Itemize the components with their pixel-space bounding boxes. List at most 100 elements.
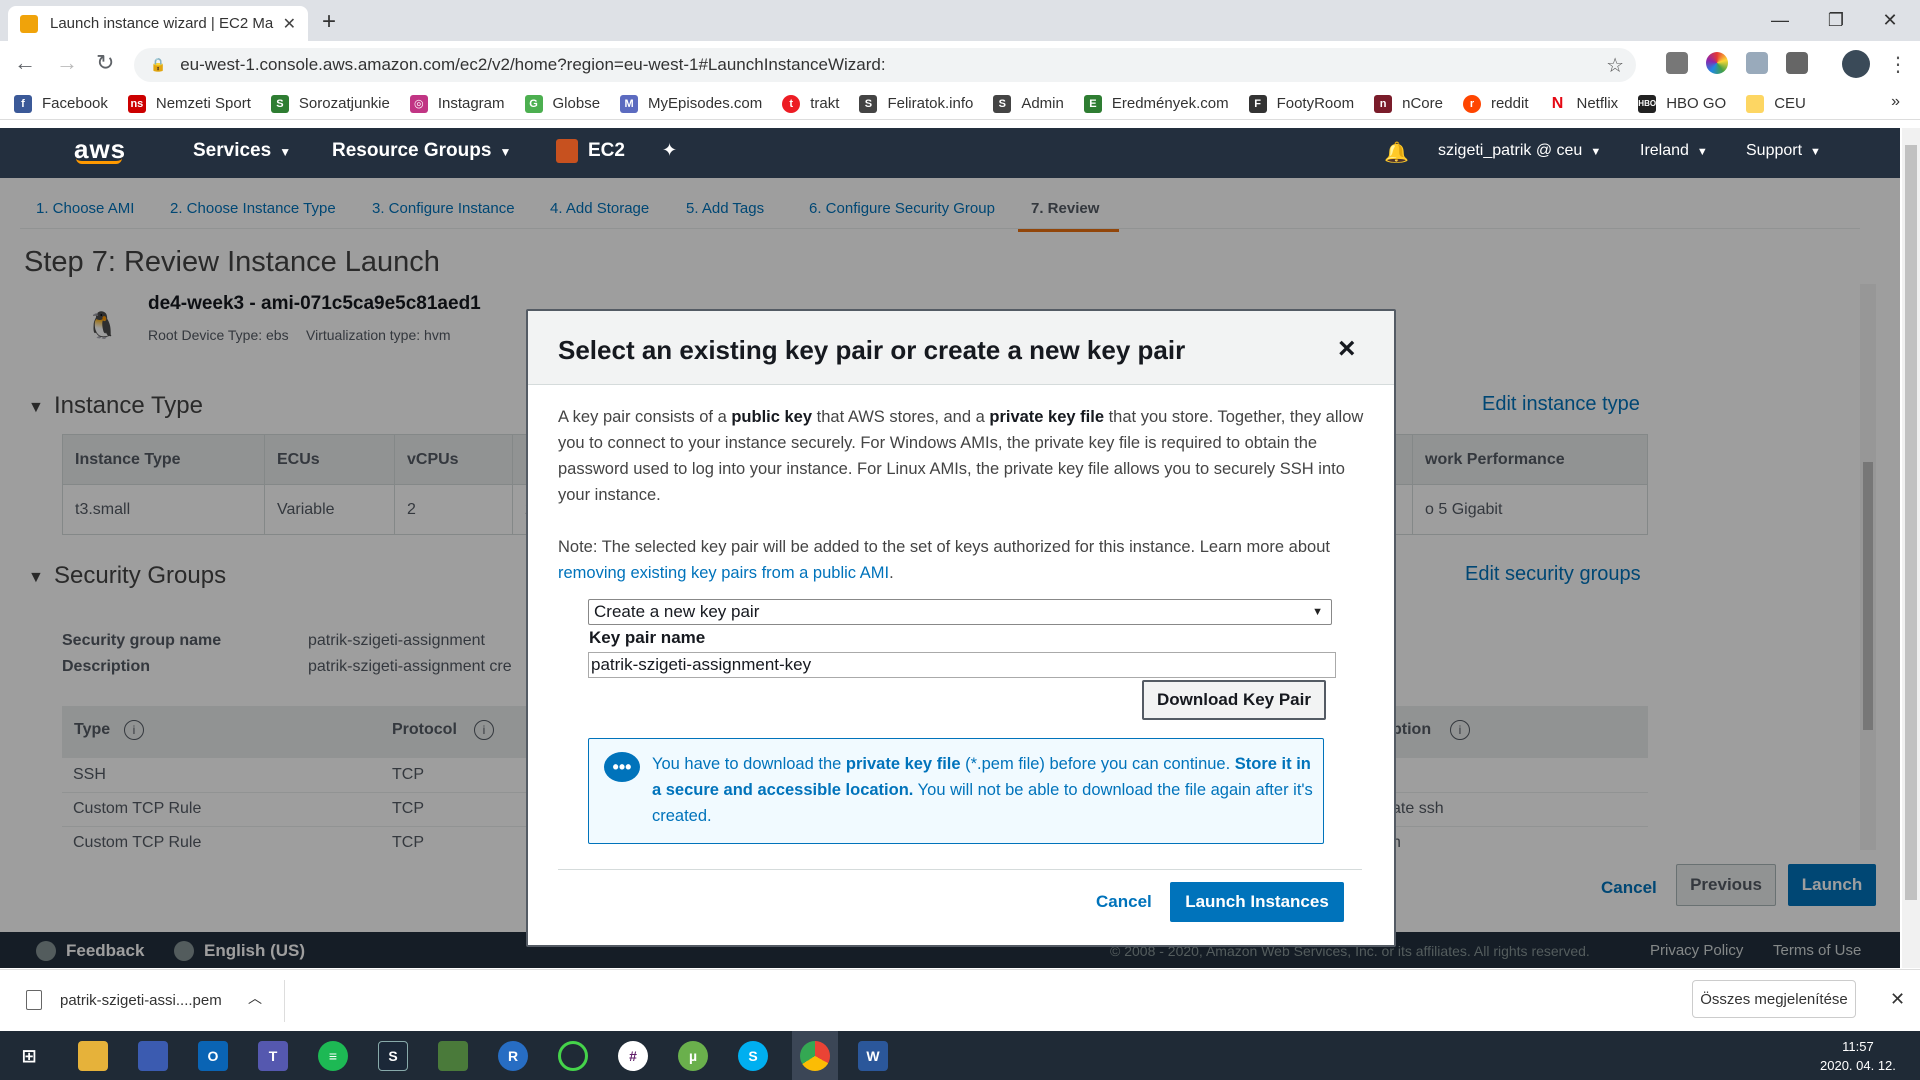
hbo-go-icon: HBO (1638, 94, 1657, 113)
page-scrollbar-thumb[interactable] (1905, 145, 1917, 900)
support-menu[interactable]: Support ▼ (1746, 142, 1821, 160)
facebook-icon: f (14, 94, 32, 113)
close-icon[interactable]: × (1338, 334, 1356, 364)
bookmark-item[interactable]: ns Nemzeti Sport (127, 94, 251, 113)
remove-key-pairs-link[interactable]: removing existing key pairs from a publi… (558, 564, 889, 582)
bookmark-item[interactable]: r reddit (1462, 94, 1529, 113)
save-icon[interactable] (138, 1041, 168, 1071)
chevron-down-icon: ▼ (1590, 146, 1602, 158)
aws-smile-icon (76, 158, 122, 164)
bookmark-item[interactable]: n nCore (1374, 94, 1443, 113)
modal-divider (558, 869, 1362, 870)
forward-icon[interactable]: → (56, 50, 78, 76)
chat-bubble-icon: ••• (604, 752, 640, 782)
bookmark-item[interactable]: G Globse (524, 94, 600, 113)
new-tab-icon[interactable]: + (322, 8, 336, 36)
gmail-extension-icon[interactable] (1666, 52, 1688, 74)
show-all-downloads-button[interactable]: Összes megjelenítése (1692, 980, 1856, 1018)
back-icon[interactable]: ← (14, 50, 36, 76)
download-key-pair-button[interactable]: Download Key Pair (1142, 680, 1326, 720)
outlook-icon[interactable]: O (198, 1041, 228, 1071)
browser-tab[interactable]: Launch instance wizard | EC2 Ma ✕ (8, 6, 308, 41)
spotify-icon[interactable]: ≡ (318, 1041, 348, 1071)
bookmark-item[interactable]: S Sorozatjunkie (270, 94, 390, 113)
slack-icon[interactable]: # (618, 1041, 648, 1071)
account-menu[interactable]: szigeti_patrik @ ceu ▼ (1438, 142, 1601, 160)
bookmark-item[interactable]: F FootyRoom (1248, 94, 1354, 113)
app-ring-icon[interactable] (558, 1041, 588, 1071)
ec2-cube-icon (556, 139, 578, 163)
instagram-icon: ◎ (409, 94, 428, 113)
key-pair-note: Note: The selected key pair will be adde… (558, 538, 1330, 582)
downloaded-file-name[interactable]: patrik-szigeti-assi....pem (60, 992, 222, 1009)
bookmark-item[interactable]: S Feliratok.info (859, 94, 973, 113)
file-explorer-icon[interactable] (78, 1041, 108, 1071)
chevron-up-icon[interactable]: ︿ (248, 988, 262, 1008)
services-menu[interactable]: Services ▼ (193, 140, 291, 162)
bell-icon[interactable]: 🔔 (1384, 140, 1409, 165)
download-bar (0, 969, 1920, 1031)
system-clock[interactable]: 11:57 2020. 04. 12. (1820, 1037, 1896, 1075)
app-icon[interactable] (438, 1041, 468, 1071)
reddit-icon: r (1462, 94, 1481, 113)
teams-icon[interactable]: T (258, 1041, 288, 1071)
bookmark-star-icon[interactable]: ☆ (1606, 53, 1624, 78)
color-extension-icon[interactable] (1706, 52, 1728, 74)
chrome-icon[interactable] (800, 1041, 830, 1071)
key-pair-name-label: Key pair name (589, 628, 706, 647)
close-window-icon[interactable]: ✕ (1860, 4, 1920, 36)
skype-icon[interactable]: S (738, 1041, 768, 1071)
windows-start-icon[interactable]: ⊞ (14, 1041, 44, 1071)
utorrent-icon[interactable]: µ (678, 1041, 708, 1071)
steam-icon[interactable]: S (378, 1041, 408, 1071)
close-tab-icon[interactable]: ✕ (283, 14, 296, 34)
bookmark-item[interactable]: N Netflix (1548, 94, 1618, 113)
bookmark-item[interactable]: S Admin (993, 94, 1064, 113)
menu-icon[interactable]: ⋮ (1888, 52, 1908, 77)
chevron-down-icon: ▼ (279, 145, 292, 159)
bookmark-item[interactable]: t trakt (782, 94, 839, 113)
reload-icon[interactable]: ↻ (96, 50, 114, 76)
facebook-extension-icon[interactable] (1786, 52, 1808, 74)
restore-icon[interactable]: ❐ (1806, 4, 1866, 36)
bookmarks-more-icon[interactable]: » (1891, 93, 1900, 111)
ncore-icon: n (1374, 94, 1393, 113)
myepisodes-icon: M (620, 94, 639, 113)
modal-cancel-button[interactable]: Cancel (1096, 892, 1152, 912)
profile-avatar[interactable] (1842, 50, 1870, 78)
trakt-icon: t (782, 94, 801, 113)
close-download-bar-icon[interactable]: ✕ (1890, 989, 1905, 1010)
tab-title: Launch instance wizard | EC2 Ma (50, 15, 274, 32)
region-menu[interactable]: Ireland ▼ (1640, 142, 1708, 160)
bookmark-item[interactable]: E Eredmények.com (1083, 94, 1229, 113)
pin-icon[interactable]: ✦ (662, 140, 677, 161)
ec2-shortcut[interactable]: EC2 (588, 140, 625, 162)
info-alert-text: You have to download the private key fil… (652, 755, 1313, 825)
netflix-icon: N (1548, 94, 1567, 113)
bookmarks-bar: f Facebook ns Nemzeti Sport S Sorozatjunkie… (0, 88, 1920, 120)
bookmark-item[interactable]: f Facebook (14, 94, 108, 113)
sorozatjunkie-icon: S (270, 94, 289, 113)
word-icon[interactable]: W (858, 1041, 888, 1071)
address-bar[interactable]: 🔒 eu-west-1.console.aws.amazon.com/ec2/v… (134, 48, 1636, 82)
bookmark-item[interactable]: M MyEpisodes.com (620, 94, 762, 113)
footyroom-icon: F (1248, 94, 1267, 113)
bookmark-item[interactable]: ◎ Instagram (409, 94, 505, 113)
chevron-down-icon: ▼ (1810, 146, 1821, 158)
bookmark-item[interactable]: HBO HBO GO (1638, 94, 1726, 113)
resource-groups-menu[interactable]: Resource Groups ▼ (332, 140, 511, 162)
r-icon[interactable]: R (498, 1041, 528, 1071)
dropdown-arrow-icon: ▼ (1312, 606, 1323, 618)
key-pair-name-input[interactable] (588, 652, 1336, 678)
key-pair-select[interactable]: Create a new key pair ▼ (588, 599, 1332, 625)
download-separator (284, 980, 285, 1022)
minimize-icon[interactable]: — (1750, 4, 1810, 36)
key-pair-description: A key pair consists of a public key that… (558, 408, 1364, 504)
launch-instances-button[interactable]: Launch Instances (1170, 882, 1344, 922)
bookmark-item[interactable]: CEU (1746, 94, 1806, 113)
extension-icon[interactable] (1746, 52, 1768, 74)
admin-icon: S (993, 94, 1012, 113)
feliratok-icon: S (859, 94, 878, 113)
aws-favicon-icon (20, 14, 38, 33)
url-text: eu-west-1.console.aws.amazon.com/ec2/v2/… (180, 55, 886, 74)
